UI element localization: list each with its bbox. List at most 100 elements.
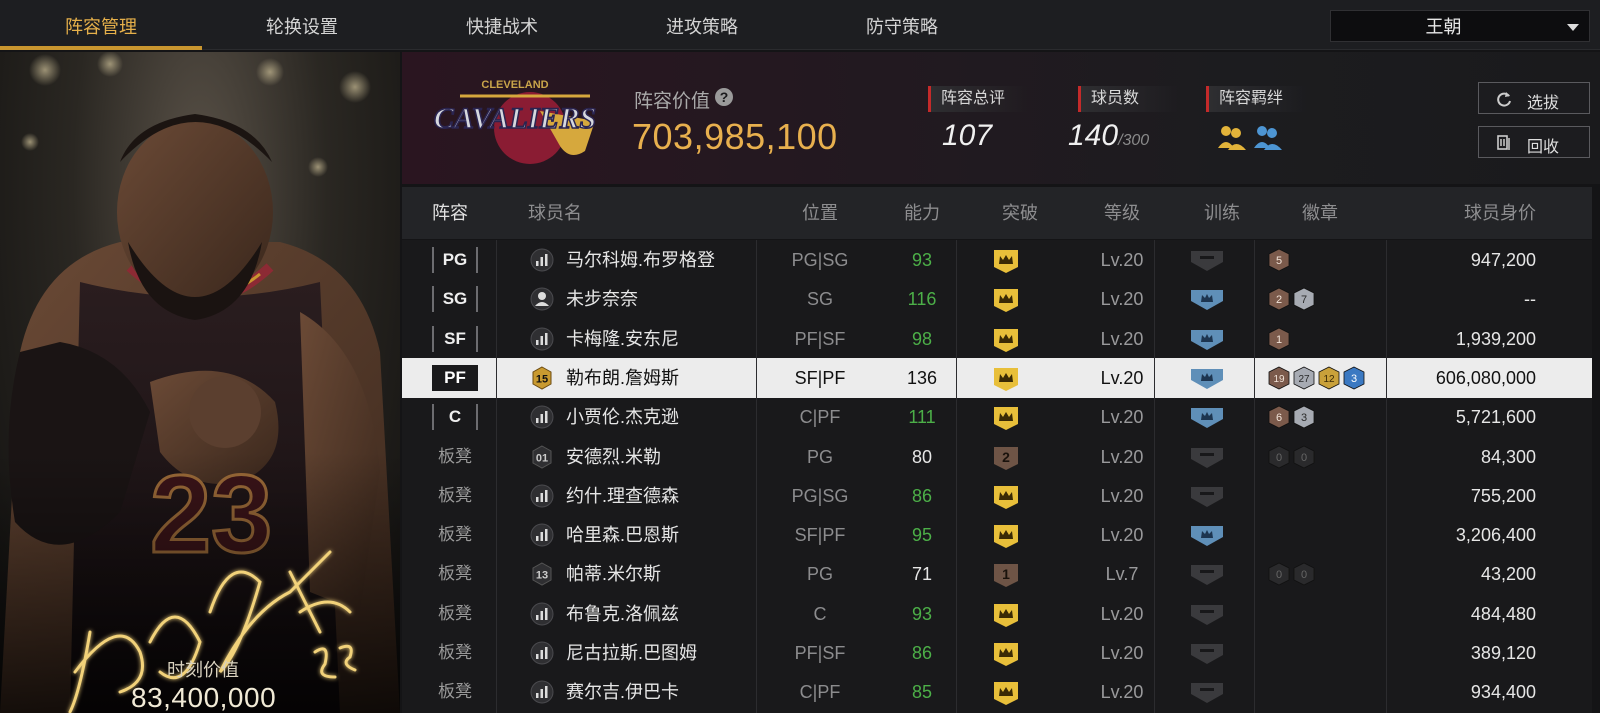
- column-ability[interactable]: 能力: [904, 187, 940, 239]
- player-market-value: 84,300: [1480, 446, 1536, 467]
- player-ability: 95: [911, 525, 933, 546]
- stats-icon: [530, 248, 554, 272]
- player-level: Lv.20: [1100, 328, 1144, 349]
- column-player-value[interactable]: 球员身价: [1464, 187, 1536, 239]
- breakthrough-level-icon[interactable]: 2: [992, 444, 1020, 472]
- training-crown-icon[interactable]: [1190, 525, 1224, 547]
- table-row[interactable]: 板凳 哈里森.巴恩斯 SF|PF 95 Lv.20 3,206,400: [402, 515, 1592, 555]
- table-row[interactable]: PF 15 勒布朗.詹姆斯 SF|PF 136 Lv.20 19 27 12 3 606,080,0…: [402, 357, 1592, 398]
- table-row[interactable]: C 小贾伦.杰克逊 C|PF 111 Lv.20 6 3 5,721,600: [402, 397, 1592, 437]
- player-name[interactable]: 约什.理查德森: [566, 476, 679, 516]
- player-name[interactable]: 勒布朗.詹姆斯: [566, 358, 679, 398]
- lineup-slot[interactable]: C: [432, 404, 478, 431]
- refresh-icon: [1497, 92, 1511, 107]
- table-row[interactable]: SG 未步奈奈 SG 116 Lv.20 2 7 --: [402, 279, 1592, 319]
- breakthrough-crown-icon[interactable]: [992, 483, 1020, 511]
- training-crown-icon[interactable]: [1190, 368, 1224, 390]
- bond-icons[interactable]: [1218, 124, 1288, 152]
- draft-button[interactable]: 选拔: [1478, 82, 1590, 114]
- lineup-slot[interactable]: 板凳: [432, 522, 478, 548]
- training-empty-icon[interactable]: [1190, 447, 1224, 469]
- tab-rotation-settings[interactable]: 轮换设置: [202, 0, 402, 50]
- breakthrough-crown-icon[interactable]: [992, 601, 1020, 629]
- player-position: PF|SF: [794, 643, 846, 663]
- training-crown-icon[interactable]: [1190, 289, 1224, 311]
- player-position: SF|PF: [794, 525, 846, 546]
- training-empty-icon[interactable]: [1190, 604, 1224, 626]
- training-empty-icon[interactable]: [1190, 250, 1224, 272]
- badge-list[interactable]: 00: [1268, 445, 1318, 469]
- lineup-slot[interactable]: 板凳: [432, 444, 478, 470]
- breakthrough-level-icon[interactable]: 1: [992, 561, 1020, 589]
- column-lineup[interactable]: 阵容: [432, 187, 468, 239]
- player-name[interactable]: 赛尔吉.伊巴卡: [566, 672, 679, 712]
- training-empty-icon[interactable]: [1190, 682, 1224, 704]
- table-row[interactable]: SF 卡梅隆.安东尼 PF|SF 98 Lv.20 1 1,939,200: [402, 319, 1592, 359]
- svg-text:1: 1: [1002, 566, 1010, 582]
- column-badges[interactable]: 徽章: [1302, 187, 1338, 239]
- player-name[interactable]: 小贾伦.杰克逊: [566, 397, 679, 437]
- column-breakthrough[interactable]: 突破: [1002, 187, 1038, 239]
- tab-offense-strategy[interactable]: 进攻策略: [602, 0, 802, 50]
- person-icon: [530, 287, 554, 311]
- lineup-slot[interactable]: SG: [432, 286, 478, 313]
- column-player-name[interactable]: 球员名: [528, 187, 582, 239]
- badge-list[interactable]: 00: [1268, 562, 1318, 586]
- table-row[interactable]: 板凳 13 帕蒂.米尔斯 PG 71 1 Lv.7 0 0 43,200: [402, 554, 1592, 594]
- table-row[interactable]: 板凳 01 安德烈.米勒 PG 80 2 Lv.20 0 0 84,300: [402, 437, 1592, 477]
- training-empty-icon[interactable]: [1190, 564, 1224, 586]
- lineup-slot[interactable]: PG: [432, 247, 478, 273]
- column-level[interactable]: 等级: [1104, 187, 1140, 239]
- badge-list[interactable]: 19 27 12 3: [1268, 366, 1368, 390]
- breakthrough-crown-icon[interactable]: [992, 522, 1020, 550]
- breakthrough-crown-icon[interactable]: [992, 640, 1020, 668]
- active-tab-indicator: [0, 46, 202, 50]
- player-name[interactable]: 卡梅隆.安东尼: [566, 319, 679, 359]
- jersey-number-icon: 13: [532, 562, 552, 586]
- training-empty-icon[interactable]: [1190, 486, 1224, 508]
- player-name[interactable]: 帕蒂.米尔斯: [566, 554, 661, 594]
- breakthrough-crown-icon[interactable]: [992, 404, 1020, 432]
- table-row[interactable]: 板凳 布鲁克.洛佩兹 C 93 Lv.20 484,480: [402, 594, 1592, 634]
- lineup-slot[interactable]: 板凳: [432, 679, 478, 705]
- player-name[interactable]: 尼古拉斯.巴图姆: [566, 633, 697, 673]
- table-row[interactable]: 板凳 约什.理查德森 PG|SG 86 Lv.20 755,200: [402, 476, 1592, 516]
- featured-player-card[interactable]: 23 时刻价值 83,400,000: [0, 52, 400, 713]
- badge-list[interactable]: 63: [1268, 405, 1318, 429]
- player-name[interactable]: 马尔科姆.布罗格登: [566, 240, 715, 280]
- badge-list[interactable]: 27: [1268, 287, 1318, 311]
- table-row[interactable]: PG 马尔科姆.布罗格登 PG|SG 93 Lv.20 5 947,200: [402, 240, 1592, 280]
- column-training[interactable]: 训练: [1204, 187, 1240, 239]
- lineup-slot[interactable]: PF: [432, 364, 478, 391]
- lineup-slot[interactable]: SF: [432, 325, 478, 352]
- breakthrough-crown-icon[interactable]: [992, 679, 1020, 707]
- player-name[interactable]: 安德烈.米勒: [566, 437, 661, 477]
- breakthrough-crown-icon[interactable]: [992, 326, 1020, 354]
- breakthrough-crown-icon[interactable]: [992, 247, 1020, 275]
- training-crown-icon[interactable]: [1190, 407, 1224, 429]
- badge-list[interactable]: 5: [1268, 248, 1293, 272]
- help-icon[interactable]: ?: [715, 88, 733, 106]
- player-name[interactable]: 布鲁克.洛佩兹: [566, 594, 679, 634]
- table-row[interactable]: 板凳 尼古拉斯.巴图姆 PF|SF 86 Lv.20 389,120: [402, 633, 1592, 673]
- training-crown-icon[interactable]: [1190, 329, 1224, 351]
- tab-quick-tactics[interactable]: 快捷战术: [402, 0, 602, 50]
- player-name[interactable]: 哈里森.巴恩斯: [566, 515, 679, 555]
- lineup-slot[interactable]: 板凳: [432, 601, 478, 627]
- lineup-slot[interactable]: 板凳: [432, 561, 478, 587]
- badge-list[interactable]: 1: [1268, 327, 1293, 351]
- column-position[interactable]: 位置: [802, 187, 838, 239]
- lineup-slot[interactable]: 板凳: [432, 640, 478, 666]
- player-name[interactable]: 未步奈奈: [566, 279, 638, 319]
- lineup-slot[interactable]: 板凳: [432, 483, 478, 509]
- player-position: PG|SG: [791, 485, 849, 506]
- training-empty-icon[interactable]: [1190, 643, 1224, 665]
- breakthrough-crown-icon[interactable]: [992, 365, 1020, 393]
- tab-defense-strategy[interactable]: 防守策略: [802, 0, 1002, 50]
- tab-lineup-management[interactable]: 阵容管理: [0, 0, 202, 50]
- recycle-button[interactable]: 回收: [1478, 126, 1590, 158]
- roster-table-header: 阵容 球员名 位置 能力 突破 等级 训练 徽章 球员身价: [402, 187, 1592, 239]
- table-row[interactable]: 板凳 赛尔吉.伊巴卡 C|PF 85 Lv.20 934,400: [402, 672, 1592, 712]
- breakthrough-crown-icon[interactable]: [992, 286, 1020, 314]
- team-select-dropdown[interactable]: 王朝: [1330, 10, 1590, 42]
